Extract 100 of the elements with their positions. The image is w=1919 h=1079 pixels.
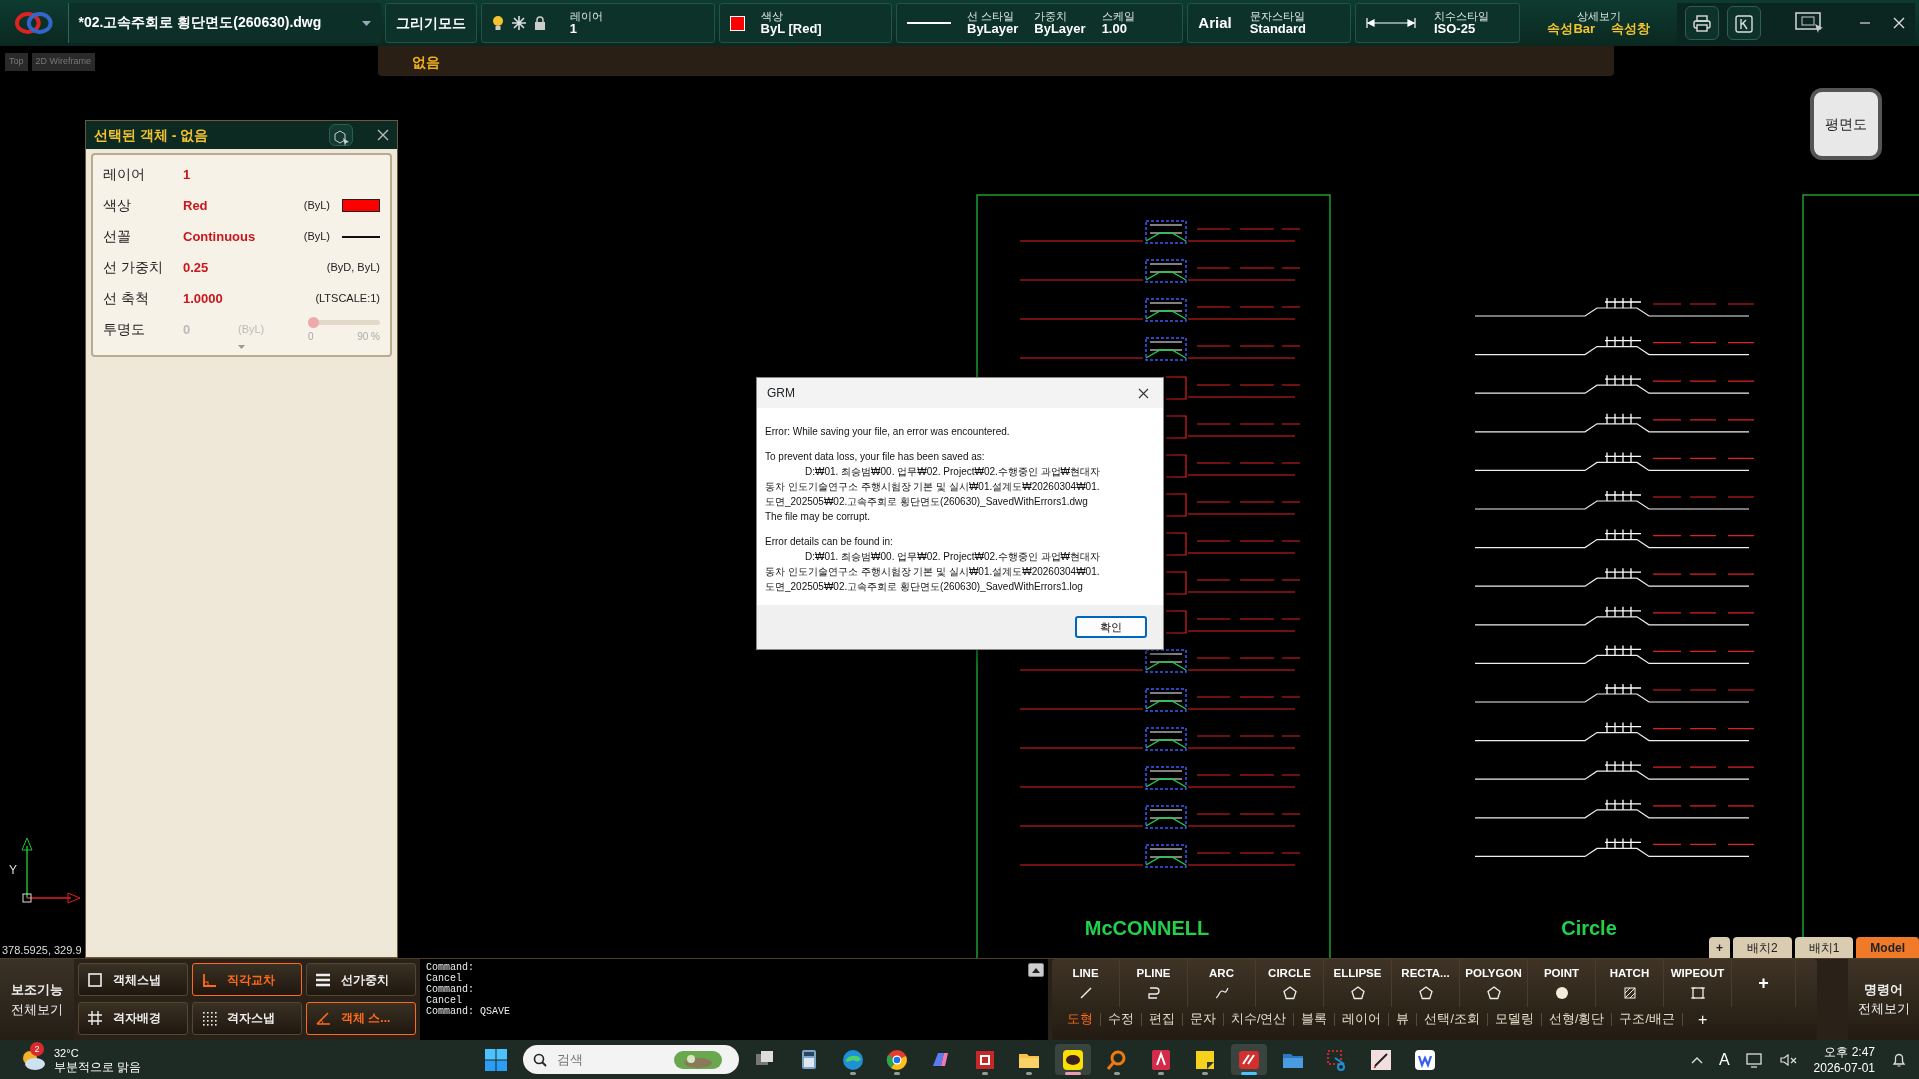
tool-button[interactable]: RECTA... (1392, 959, 1460, 1007)
property-source: (ByL) (238, 322, 265, 338)
coordinates-readout: 378.5925, 329.9 (2, 943, 82, 958)
category-tab[interactable]: 치수/연산 (1224, 1012, 1295, 1026)
property-label: 선 가중치 (103, 258, 164, 277)
dim-style-selector[interactable]: 치수스타일 ISO-25 (1354, 3, 1521, 43)
pentagon-icon (1417, 985, 1434, 1002)
tool-button[interactable]: CIRCLE (1256, 959, 1324, 1007)
category-tab[interactable]: 도형 (1060, 1012, 1101, 1026)
line-icon (907, 21, 951, 25)
speaker-muted-icon[interactable] (1779, 1052, 1798, 1067)
running-indicator (1114, 1072, 1120, 1075)
detail-link[interactable]: 속성Bar (1547, 21, 1596, 37)
taskbar-search[interactable]: 검색 (523, 1045, 739, 1074)
snap-toggle[interactable]: 격자스냅 (192, 1001, 302, 1035)
pen-icon[interactable] (1369, 1047, 1393, 1072)
slider-track[interactable] (308, 319, 380, 325)
tool-button[interactable]: ELLIPSE (1324, 959, 1392, 1007)
file-path: D:₩01. 최승범₩00. 업무₩02. Project₩02.수행중인 과업₩현대자 동차 인도기술연구소 주행시험장 기본 및 실시₩01.설계도₩20260304₩01. 도면_202505₩02.고속주회로 횡단면도(260630)_SavedWithErrors1.log (765, 550, 1101, 594)
tool-button[interactable]: HATCH (1596, 959, 1664, 1007)
tool-button[interactable]: PLINE (1120, 959, 1188, 1007)
drawing-title: McCONNELL (1084, 916, 1210, 941)
command-list-button[interactable]: 명령어 전체보기 (1848, 959, 1919, 1040)
category-tab[interactable]: 블록 (1294, 1012, 1336, 1026)
details-intro: Error details can be found in: (765, 535, 893, 549)
layer-label: 레이어 (569, 9, 603, 22)
mode-button[interactable]: 그리기모드 (384, 3, 477, 43)
hatch-icon (1621, 985, 1638, 1002)
screen-select-icon[interactable] (1795, 12, 1825, 34)
tool-button[interactable]: LINE (1052, 959, 1120, 1007)
category-tab[interactable]: 편집 (1142, 1012, 1183, 1026)
tool-button[interactable]: ARC (1188, 959, 1256, 1007)
k-key-icon[interactable] (1735, 14, 1753, 33)
cube-cursor-icon[interactable] (332, 129, 350, 146)
detail-link[interactable]: 속성창 (1611, 21, 1651, 37)
color-selector[interactable]: 색상 ByL [Red] (718, 3, 892, 43)
color-value: ByL [Red] (760, 21, 822, 37)
right-angle-icon (201, 971, 217, 988)
writing-app-icon[interactable] (1413, 1047, 1437, 1072)
property-source: (ByD, ByL) (326, 260, 380, 276)
aux-button[interactable]: 보조기능 전체보기 (0, 959, 74, 1040)
dialog-title: GRM (767, 385, 795, 402)
polyline-icon (1145, 985, 1162, 1002)
chat-icon[interactable] (1061, 1047, 1085, 1072)
close-icon[interactable] (1137, 388, 1149, 400)
monitor-icon[interactable] (1745, 1051, 1764, 1068)
print-icon[interactable] (1693, 14, 1711, 33)
snap-toggle[interactable]: 직각교차 (192, 963, 302, 996)
ok-button[interactable]: 확인 (1075, 616, 1147, 638)
command-line: Cancel (426, 995, 462, 1006)
layout-tab[interactable]: Model (1856, 937, 1919, 958)
snap-toggle[interactable]: 객체 스... (306, 1001, 416, 1035)
browser-icon[interactable] (885, 1047, 909, 1072)
file-tab[interactable]: *02.고속주회로 횡단면도(260630).dwg (67, 3, 381, 43)
category-tab[interactable]: 문자 (1183, 1012, 1224, 1026)
add-tool-button[interactable]: + (1732, 959, 1796, 1007)
lock-icon[interactable] (533, 16, 546, 30)
snap-toggle[interactable]: 선가중치 (306, 963, 416, 996)
notification-bell-icon[interactable] (1891, 1051, 1907, 1068)
category-tab[interactable]: 구조/배근 (1612, 1012, 1683, 1026)
add-layout-button[interactable]: + (1708, 937, 1730, 958)
ime-indicator[interactable]: A (1718, 1047, 1730, 1072)
chevron-up-icon[interactable] (1690, 1055, 1703, 1064)
category-tab[interactable]: 모델링 (1487, 1012, 1542, 1026)
property-source: (LTSCALE:1) (315, 291, 380, 307)
dot-grid-icon (201, 1010, 217, 1026)
snap-toggle[interactable]: 격자배경 (78, 1001, 188, 1035)
category-tab[interactable]: 수정 (1101, 1012, 1142, 1026)
line-prop-value: ByLayer (967, 21, 1019, 37)
tool-button[interactable]: WIPEOUT (1664, 959, 1732, 1007)
caret-icon[interactable] (238, 345, 245, 349)
layout-tab[interactable]: 배치1 (1794, 937, 1854, 958)
browser-icon[interactable] (841, 1047, 865, 1072)
view-button[interactable]: 평면도 (1810, 88, 1882, 160)
property-value: 0 (183, 320, 192, 339)
category-tab[interactable]: 레이어 (1335, 1012, 1390, 1026)
warning-text: The file may be corrupt. (765, 510, 871, 524)
snap-toggle[interactable]: 객체스냅 (78, 963, 188, 996)
layer-selector[interactable]: 레이어 1 (480, 3, 715, 43)
property-label: 색상 (103, 196, 132, 215)
windows-start-icon[interactable] (484, 1048, 508, 1072)
tool-button[interactable]: POINT (1528, 959, 1596, 1007)
category-tab[interactable]: 선택/조회 (1417, 1012, 1488, 1026)
line-style-selector[interactable]: 선 스타일 ByLayer 가중치 ByLayer 스케일 1.00 (896, 3, 1184, 43)
layout-tab[interactable]: 배치2 (1732, 937, 1792, 958)
bulb-icon[interactable] (491, 15, 504, 31)
category-tab[interactable]: 뷰 (1389, 1012, 1418, 1026)
property-source: (ByL) (303, 198, 330, 214)
snowflake-icon[interactable] (511, 16, 526, 30)
search-field[interactable]: 검색 (555, 1048, 665, 1071)
close-icon[interactable] (377, 129, 389, 141)
weather-text: 부분적으로 맑음 (54, 1059, 142, 1074)
scroll-up-icon[interactable] (1032, 967, 1040, 973)
search-icon (533, 1052, 547, 1067)
add-category-button[interactable]: + (1690, 1012, 1715, 1026)
property-label: 투명도 (103, 320, 146, 339)
category-tab[interactable]: 선형/횡단 (1541, 1012, 1613, 1026)
clock[interactable]: 오후 2:47 2026-07-01 (1813, 1043, 1875, 1076)
text-style-selector[interactable]: Arial 문자스타일 Standard (1187, 3, 1351, 43)
tool-button[interactable]: POLYGON (1460, 959, 1528, 1007)
